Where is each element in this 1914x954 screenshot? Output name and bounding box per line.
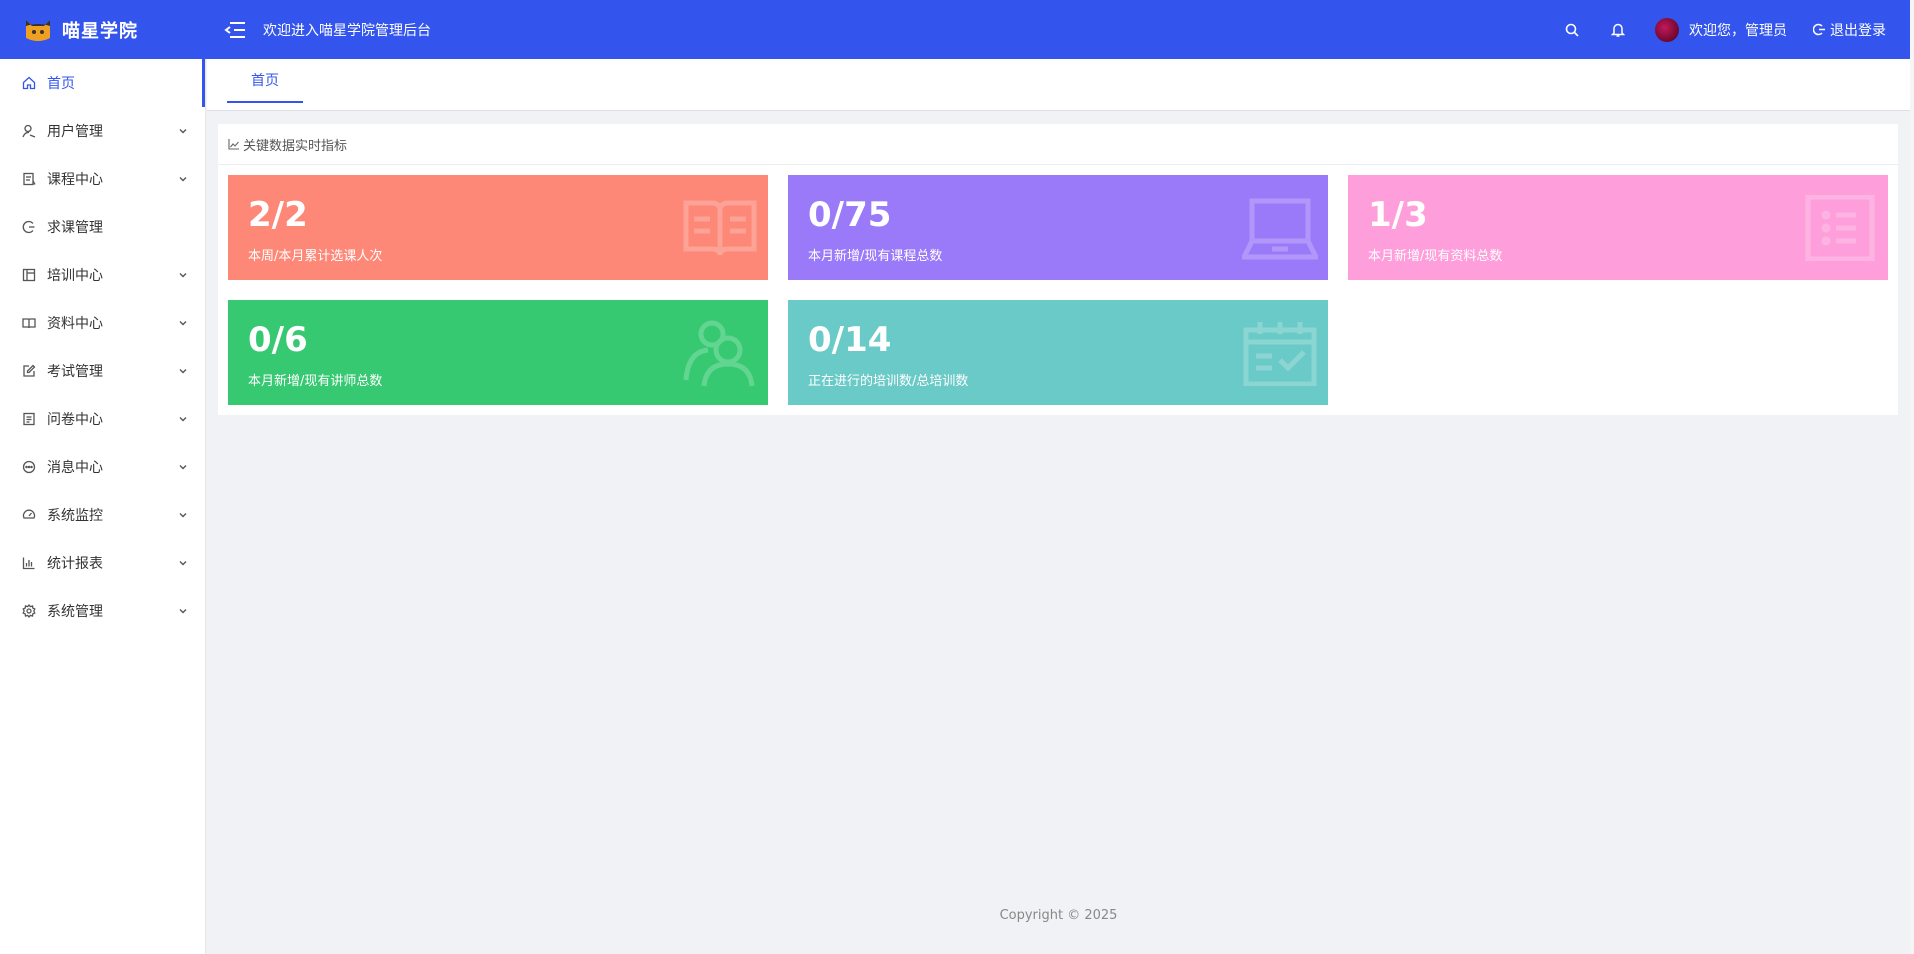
sidebar-item-label: 首页	[47, 76, 75, 92]
sidebar-item-label: 求课管理	[47, 220, 103, 236]
gear-icon	[21, 603, 37, 619]
sidebar-item-label: 统计报表	[47, 556, 103, 572]
home-icon	[21, 75, 37, 91]
sidebar-item-messages[interactable]: 消息中心	[0, 443, 205, 491]
sidebar-item-label: 系统监控	[47, 508, 103, 524]
sidebar-item-reports[interactable]: 统计报表	[0, 539, 205, 587]
chevron-down-icon	[179, 129, 187, 134]
book-icon	[21, 315, 37, 331]
survey-icon	[21, 411, 37, 427]
chevron-down-icon	[179, 513, 187, 518]
sidebar-item-exams[interactable]: 考试管理	[0, 347, 205, 395]
metric-label: 本月新增/现有课程总数	[808, 249, 943, 264]
sidebar-item-courses[interactable]: 课程中心	[0, 155, 205, 203]
user-menu[interactable]: 欢迎您，管理员	[1655, 17, 1787, 42]
bell-icon[interactable]	[1601, 13, 1635, 47]
metric-value: 0/14	[808, 320, 892, 360]
laptop-icon	[1242, 198, 1318, 260]
request-icon	[21, 219, 37, 235]
sidebar-item-label: 课程中心	[47, 172, 103, 188]
metric-value: 0/6	[248, 320, 308, 360]
sidebar-item-label: 系统管理	[47, 604, 103, 620]
panel-title: 关键数据实时指标	[243, 138, 348, 154]
footer-copyright: Copyright © 2025	[999, 908, 1118, 923]
metric-card-materials[interactable]: 1/3 本月新增/现有资料总数	[1348, 175, 1888, 280]
chart-icon	[21, 555, 37, 571]
panel-header: 关键数据实时指标	[218, 124, 1898, 165]
metric-card-trainings[interactable]: 0/14 正在进行的培训数/总培训数	[788, 300, 1328, 405]
sidebar-item-label: 消息中心	[47, 460, 103, 476]
metric-label: 本月新增/现有讲师总数	[248, 374, 383, 389]
metric-label: 本周/本月累计选课人次	[248, 249, 383, 264]
logout-button[interactable]: 退出登录	[1813, 20, 1886, 40]
user-greeting: 欢迎您，管理员	[1689, 22, 1787, 39]
search-icon[interactable]	[1555, 13, 1589, 47]
chevron-down-icon	[179, 321, 187, 326]
cat-logo-icon	[26, 19, 50, 41]
sidebar-item-monitor[interactable]: 系统监控	[0, 491, 205, 539]
metric-value: 2/2	[248, 195, 308, 235]
header-actions: 欢迎您，管理员 退出登录	[1543, 0, 1910, 59]
sidebar-item-training[interactable]: 培训中心	[0, 251, 205, 299]
open-book-icon	[683, 200, 757, 256]
training-icon	[21, 267, 37, 283]
chevron-down-icon	[179, 417, 187, 422]
metric-card-lecturers[interactable]: 0/6 本月新增/现有讲师总数	[228, 300, 768, 405]
sidebar-item-label: 考试管理	[47, 364, 103, 380]
metric-label: 正在进行的培训数/总培训数	[808, 374, 969, 389]
line-chart-icon	[228, 139, 239, 150]
tab-home[interactable]: 首页	[227, 59, 303, 103]
logo-text: 喵星学院	[62, 20, 138, 42]
sidebar-item-users[interactable]: 用户管理	[0, 107, 205, 155]
metric-label: 本月新增/现有资料总数	[1368, 249, 1503, 264]
monitor-icon	[21, 507, 37, 523]
sidebar-item-surveys[interactable]: 问卷中心	[0, 395, 205, 443]
sidebar-item-course-request[interactable]: 求课管理	[0, 203, 205, 251]
avatar	[1655, 17, 1679, 42]
logo[interactable]: 喵星学院	[0, 0, 205, 59]
metric-value: 1/3	[1368, 195, 1428, 235]
message-icon	[21, 459, 37, 475]
header-welcome-title: 欢迎进入喵星学院管理后台	[263, 22, 431, 39]
chevron-down-icon	[179, 369, 187, 374]
top-header: 喵星学院 欢迎进入喵星学院管理后台 欢迎您，管理员 退出登录	[0, 0, 1910, 59]
logout-icon	[1813, 23, 1825, 36]
sidebar-item-home[interactable]: 首页	[0, 59, 205, 107]
sidebar-item-label: 问卷中心	[47, 412, 103, 428]
calendar-check-icon	[1243, 322, 1317, 386]
sidebar-item-label: 资料中心	[47, 316, 103, 332]
metric-card-enrollments[interactable]: 2/2 本周/本月累计选课人次	[228, 175, 768, 280]
chevron-down-icon	[179, 561, 187, 566]
course-icon	[21, 171, 37, 187]
edit-icon	[21, 363, 37, 379]
sidebar-item-materials[interactable]: 资料中心	[0, 299, 205, 347]
chevron-down-icon	[179, 273, 187, 278]
logout-label: 退出登录	[1830, 22, 1886, 39]
user-icon	[21, 123, 37, 139]
sidebar-item-settings[interactable]: 系统管理	[0, 587, 205, 635]
metrics-panel: 关键数据实时指标 2/2 本周/本月累计选课人次 0/75 本月新增/现有课程总…	[218, 124, 1898, 415]
tab-bar: 首页	[207, 59, 1910, 111]
sidebar-item-label: 用户管理	[47, 124, 103, 140]
window-scrollbar[interactable]	[1910, 0, 1914, 954]
sidebar: 首页 用户管理 课程中心 求课管理 培训中心 资料中心 考试管理 问卷中心 消息…	[0, 59, 206, 954]
list-document-icon	[1805, 195, 1875, 261]
metric-value: 0/75	[808, 195, 892, 235]
chevron-down-icon	[179, 609, 187, 614]
menu-fold-icon[interactable]	[223, 18, 247, 42]
metric-card-courses[interactable]: 0/75 本月新增/现有课程总数	[788, 175, 1328, 280]
sidebar-item-label: 培训中心	[47, 268, 103, 284]
chevron-down-icon	[179, 177, 187, 182]
chevron-down-icon	[179, 465, 187, 470]
users-icon	[683, 320, 755, 386]
